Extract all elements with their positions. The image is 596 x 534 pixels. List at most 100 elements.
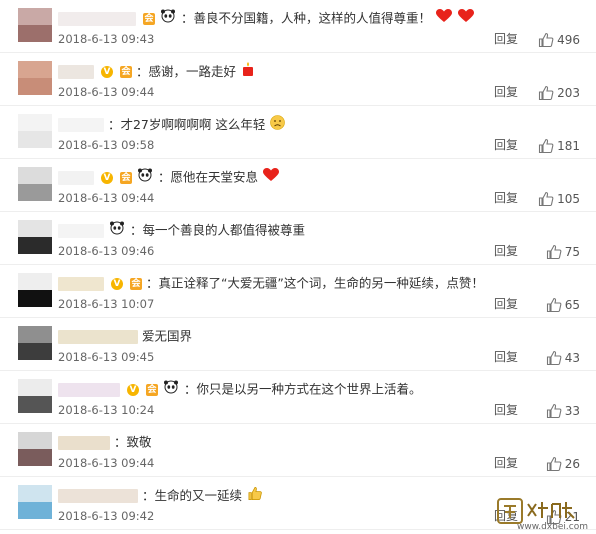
member-badge-icon: 会	[145, 383, 158, 396]
comment-time: 2018-6-13 09:43	[58, 32, 155, 46]
username-blurred[interactable]	[58, 382, 120, 397]
comment-line: V 会 ：感谢，一路走好	[58, 62, 256, 80]
comment-line: 会 ：善良不分国籍，人种，这样的人值得尊重！	[58, 9, 475, 27]
thumbs-up-icon	[539, 191, 554, 206]
heart-icon	[262, 168, 279, 187]
username-blurred[interactable]	[58, 276, 104, 291]
comment-time: 2018-6-13 10:07	[58, 297, 155, 311]
like-count: 43	[564, 350, 580, 365]
comment-line: ：每一个善良的人都值得被尊重	[58, 221, 305, 239]
member-badge-icon: 会	[129, 277, 142, 290]
comment-time: 2018-6-13 09:44	[58, 456, 155, 470]
list-item: V 会 ：你只是以另一种方式在这个世界上活着。 2018-6-13 10:24 …	[0, 371, 596, 424]
comment-text: ：你只是以另一种方式在这个世界上活着。	[183, 381, 422, 397]
list-item: V 会 ：感谢，一路走好 2018-6-13 09:44 回复 203	[0, 53, 596, 106]
thumbs-up-icon	[539, 32, 554, 47]
username-blurred[interactable]	[58, 11, 136, 26]
like-button[interactable]: 203	[538, 83, 580, 101]
reply-button[interactable]: 回复	[494, 137, 518, 153]
like-button[interactable]: 105	[538, 189, 580, 207]
avatar[interactable]	[18, 114, 52, 148]
verified-v-icon: V	[100, 171, 113, 184]
avatar[interactable]	[18, 273, 52, 307]
username-blurred[interactable]	[58, 65, 94, 79]
reply-button[interactable]: 回复	[494, 349, 518, 365]
avatar[interactable]	[18, 8, 52, 42]
thumbs-up-emoji-icon	[247, 486, 263, 506]
like-count: 65	[564, 297, 580, 312]
comment-text: ：才27岁啊啊啊啊 这么年轻	[107, 117, 266, 132]
comment-line: V 会 ：你只是以另一种方式在这个世界上活着。	[58, 380, 421, 398]
like-count: 496	[557, 32, 580, 47]
comment-line: V 会 ：真正诠释了“大爱无疆”这个词，生命的另一种延续，点赞！	[58, 274, 484, 292]
reply-button[interactable]: 回复	[494, 84, 518, 100]
avatar[interactable]	[18, 220, 52, 254]
comment-time: 2018-6-13 09:46	[58, 244, 155, 258]
username-blurred[interactable]	[58, 329, 138, 344]
like-count: 75	[564, 244, 580, 259]
member-badge-icon: 会	[119, 66, 132, 78]
list-item: ：致敬 2018-6-13 09:44 回复 26	[0, 424, 596, 477]
reply-button[interactable]: 回复	[494, 455, 518, 471]
comment-line: ：生命的又一延续	[58, 486, 264, 504]
like-button[interactable]: 181	[538, 136, 580, 154]
like-count: 105	[557, 191, 580, 206]
panda-icon	[137, 168, 153, 187]
comment-text: ：善良不分国籍，人种，这样的人值得尊重！	[180, 10, 431, 26]
comment-text: ：致敬	[113, 434, 152, 450]
panda-icon	[163, 380, 179, 399]
comment-time: 2018-6-13 09:44	[58, 191, 155, 205]
username-blurred[interactable]	[58, 118, 104, 132]
like-count: 33	[564, 403, 580, 418]
thumbs-up-icon	[546, 403, 562, 418]
avatar[interactable]	[18, 61, 52, 95]
comment-text: ：生命的又一延续	[141, 488, 242, 503]
thumbs-up-icon	[546, 350, 562, 365]
like-button[interactable]: 65	[546, 295, 580, 313]
comment-line: ：致敬	[58, 433, 152, 451]
username-blurred[interactable]	[58, 170, 94, 185]
thumbs-up-icon	[546, 297, 562, 312]
avatar[interactable]	[18, 485, 52, 519]
like-count: 181	[557, 138, 580, 153]
comment-text: ：真正诠释了“大爱无疆”这个词，生命的另一种延续，点赞！	[145, 275, 484, 291]
avatar[interactable]	[18, 167, 52, 201]
comment-text: 爱无国界	[141, 328, 192, 344]
thumbs-up-icon	[539, 138, 554, 153]
username-blurred[interactable]	[58, 435, 110, 450]
reply-button[interactable]: 回复	[494, 190, 518, 206]
comment-line: ：才27岁啊啊啊啊 这么年轻	[58, 115, 286, 133]
reply-button[interactable]: 回复	[494, 243, 518, 259]
reply-button[interactable]: 回复	[494, 296, 518, 312]
member-badge-icon: 会	[142, 12, 155, 25]
avatar[interactable]	[18, 326, 52, 360]
username-blurred[interactable]	[58, 489, 138, 503]
list-item: 会 ：善良不分国籍，人种，这样的人值得尊重！ 2018-6-13 09:43 回…	[0, 0, 596, 53]
avatar[interactable]	[18, 432, 52, 466]
like-button[interactable]: 43	[546, 348, 580, 366]
comment-time: 2018-6-13 10:24	[58, 403, 155, 417]
panda-icon	[109, 221, 125, 240]
comment-text: ：感谢，一路走好	[135, 64, 236, 79]
like-count: 26	[564, 456, 580, 471]
username-blurred[interactable]	[58, 223, 104, 238]
list-item: V 会 ：真正诠释了“大爱无疆”这个词，生命的另一种延续，点赞！ 2018-6-…	[0, 265, 596, 318]
heart-icon	[435, 9, 452, 28]
panda-icon	[160, 9, 176, 28]
reply-button[interactable]: 回复	[494, 31, 518, 47]
sad-face-icon	[270, 115, 286, 135]
list-item: V 会 ：愿他在天堂安息 2018-6-13 09:44 回复 105	[0, 159, 596, 212]
comment-time: 2018-6-13 09:44	[58, 85, 155, 99]
reply-button[interactable]: 回复	[494, 402, 518, 418]
like-button[interactable]: 33	[546, 401, 580, 419]
like-button[interactable]: 26	[546, 454, 580, 472]
like-button[interactable]: 75	[546, 242, 580, 260]
comment-time: 2018-6-13 09:45	[58, 350, 155, 364]
list-item: 爱无国界 2018-6-13 09:45 回复 43	[0, 318, 596, 371]
avatar[interactable]	[18, 379, 52, 413]
comment-line: V 会 ：愿他在天堂安息	[58, 168, 280, 186]
like-count: 203	[557, 85, 580, 100]
candle-icon	[241, 62, 255, 82]
like-button[interactable]: 496	[538, 30, 580, 48]
comment-list: 会 ：善良不分国籍，人种，这样的人值得尊重！ 2018-6-13 09:43 回…	[0, 0, 596, 534]
